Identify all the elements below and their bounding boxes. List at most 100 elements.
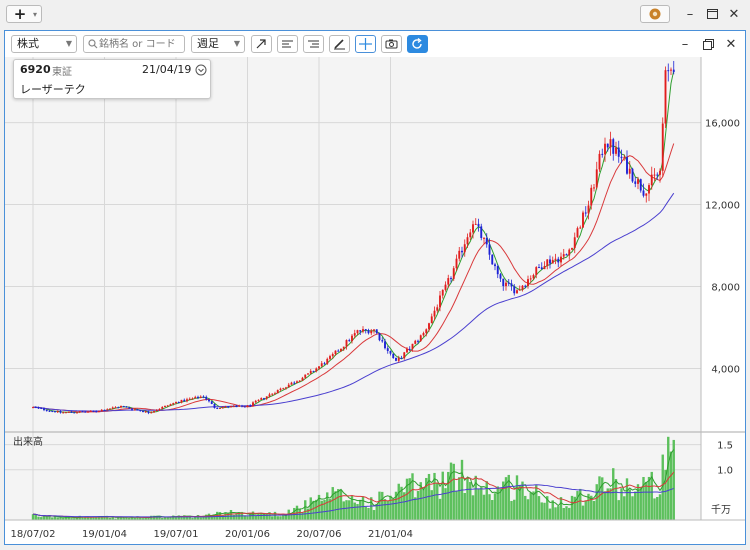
panel-close-button[interactable]: ✕ [721, 34, 741, 54]
candle-body [631, 168, 634, 182]
date-tick-label: 20/07/06 [297, 529, 342, 540]
volume-bar [304, 500, 307, 520]
settings-button[interactable] [640, 5, 670, 23]
candle-body [615, 147, 617, 154]
volume-bar [491, 500, 494, 520]
volume-bar [554, 507, 557, 520]
price-chart[interactable]: 4,000 8,000 12,000 16,000 1.0 1.5 18/07/02 19… [5, 57, 745, 545]
candle-body [584, 212, 587, 214]
candle-body [375, 329, 378, 334]
volume-bar [535, 485, 538, 520]
fibonacci-tool-button[interactable] [303, 35, 324, 53]
crosshair-tool-button[interactable] [355, 35, 376, 53]
candle-body [106, 409, 109, 411]
panel-restore-button[interactable] [698, 34, 718, 54]
add-tab-button[interactable]: + ▾ [6, 5, 42, 23]
candle-body [634, 181, 637, 184]
price-tick-label: 8,000 [711, 283, 740, 294]
market-type-value: 株式 [17, 37, 39, 50]
trendline-tool-button[interactable] [251, 35, 272, 53]
candle-body [604, 143, 606, 155]
volume-bar [496, 486, 499, 520]
plus-icon: + [13, 5, 27, 23]
candle-body [34, 407, 37, 409]
stock-exchange: 東証 [52, 67, 72, 78]
chevron-down-icon: ▼ [65, 39, 72, 48]
horizontal-line-tool-button[interactable] [277, 35, 298, 53]
candle-body [183, 399, 186, 402]
candle-body [265, 396, 268, 399]
candle-body [142, 410, 144, 413]
volume-bar [229, 509, 233, 520]
volume-bar [570, 495, 574, 520]
candle-body [612, 139, 615, 154]
volume-bar [529, 492, 532, 520]
draw-pencil-tool-button[interactable] [329, 35, 350, 53]
align-right-icon [308, 40, 319, 48]
candle-body [268, 394, 271, 397]
candle-body [543, 266, 546, 270]
volume-bar [642, 476, 645, 520]
candle-body [351, 335, 353, 342]
candle-body [433, 310, 436, 317]
candle-body [37, 407, 40, 409]
candle-body [92, 410, 95, 412]
candle-body [136, 409, 139, 411]
candle-body [400, 358, 403, 360]
candle-body [257, 399, 260, 401]
market-type-select[interactable]: 株式 ▼ [11, 35, 77, 53]
candle-body [144, 411, 147, 413]
candle-body [598, 153, 601, 170]
volume-bar [513, 499, 516, 520]
candle-body [199, 396, 202, 398]
volume-bar [389, 495, 392, 520]
search-box[interactable] [83, 35, 185, 53]
candle-body [430, 316, 433, 324]
candle-body [392, 353, 395, 358]
candle-body [452, 268, 455, 279]
candle-body [348, 340, 351, 342]
volume-bar [584, 500, 587, 520]
volume-bar [315, 499, 318, 520]
candle-body [95, 411, 98, 413]
volume-axis: 1.0 1.5 [717, 441, 733, 477]
candle-body [488, 244, 491, 255]
candle-body [274, 393, 276, 395]
volume-tick-label: 1.0 [717, 466, 733, 477]
candle-body [164, 405, 166, 407]
maximize-window-button[interactable] [702, 4, 722, 24]
candle-body [117, 407, 120, 409]
search-input[interactable] [99, 37, 183, 51]
screenshot-button[interactable] [381, 35, 402, 53]
candle-body [510, 283, 513, 287]
candle-body [406, 348, 408, 353]
refresh-button[interactable] [407, 35, 428, 53]
candle-body [576, 228, 579, 238]
chevron-circle-icon[interactable] [195, 64, 207, 76]
period-select[interactable]: 週足 ▼ [191, 35, 245, 53]
close-window-button[interactable]: ✕ [724, 4, 744, 24]
candle-body [87, 411, 89, 413]
volume-bar [606, 488, 609, 520]
volume-bar [524, 495, 527, 520]
candle-body [672, 69, 675, 72]
candle-body [175, 402, 177, 404]
panel-minimize-button[interactable]: – [675, 34, 695, 54]
volume-unit: 千万 [711, 504, 731, 516]
candle-body [568, 249, 571, 256]
date-tick-label: 19/01/04 [82, 529, 127, 540]
candle-body [263, 398, 265, 400]
candle-body [340, 348, 342, 352]
minimize-window-button[interactable]: – [680, 4, 700, 24]
candle-body [111, 407, 114, 409]
volume-label: 出来高 [13, 435, 43, 448]
candle-body [507, 282, 510, 284]
candle-body [565, 254, 568, 256]
volume-bar [510, 500, 513, 520]
candle-body [133, 409, 136, 411]
candle-body [172, 403, 175, 405]
candle-body [342, 346, 345, 349]
volume-bar [631, 496, 634, 520]
candle-body [282, 388, 285, 390]
candle-body [356, 330, 359, 334]
